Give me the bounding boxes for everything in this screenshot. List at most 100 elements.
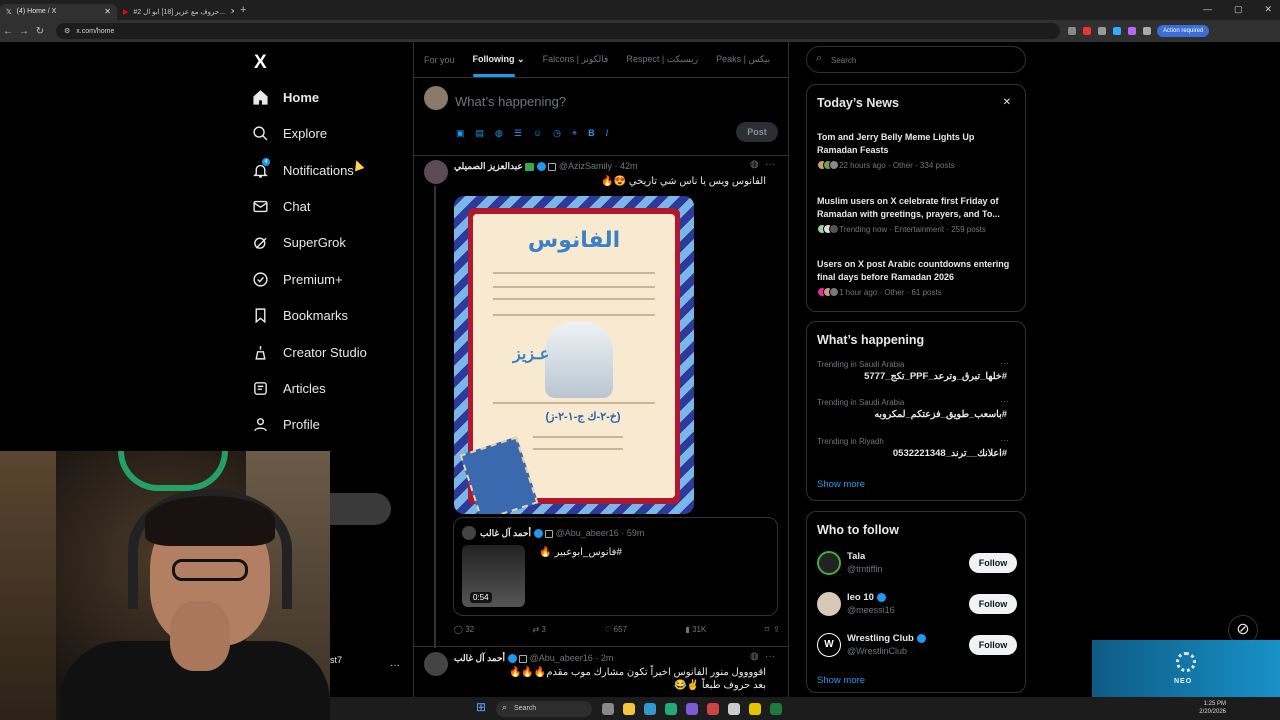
follow-button[interactable]: Follow — [969, 553, 1017, 573]
account-switcher[interactable]: st7 — [330, 655, 342, 665]
taskbar-search[interactable]: Search — [496, 700, 592, 717]
video-thumbnail[interactable]: 0:54 — [462, 545, 525, 607]
show-more-link[interactable]: Show more — [817, 675, 865, 686]
app-icon[interactable] — [728, 702, 740, 715]
tab-respect[interactable]: Respect | ريسبكت — [626, 54, 698, 65]
gif-icon[interactable]: ▤ — [476, 128, 485, 139]
sidebar-item-chat[interactable]: Chat — [252, 198, 310, 215]
like-button[interactable]: ♡ 657 — [604, 625, 627, 634]
tab-following[interactable]: Following ⌄ — [472, 54, 525, 77]
close-tab-icon[interactable]: ✕ — [104, 7, 111, 16]
back-icon[interactable]: ← — [0, 26, 16, 37]
close-tab-icon[interactable]: ✕ — [230, 7, 234, 16]
grok-explain-icon[interactable]: ◍ — [750, 651, 759, 662]
tweet-author[interactable]: أحمد آل غالب @Abu_abeer16 · 2m — [454, 653, 613, 664]
extension-icon[interactable] — [1128, 27, 1136, 35]
follow-button[interactable]: Follow — [969, 635, 1017, 655]
extension-icon[interactable] — [1113, 27, 1121, 35]
extension-icon[interactable] — [1083, 27, 1091, 35]
user-avatar[interactable] — [424, 86, 448, 110]
post-button[interactable]: Post — [736, 122, 778, 142]
more-icon[interactable]: ··· — [765, 159, 775, 170]
tweet-time[interactable]: 2m — [601, 653, 614, 663]
more-icon[interactable]: ··· — [1000, 396, 1009, 406]
windows-start-icon[interactable]: ⊞ — [476, 700, 486, 714]
app-icon[interactable] — [707, 702, 719, 715]
search-input[interactable]: Search — [806, 46, 1026, 73]
trend-item[interactable]: Trending in Saudi Arabia #خلها_تبرق_وترع… — [817, 358, 1017, 382]
more-icon[interactable]: ··· — [1000, 358, 1009, 368]
discord-icon[interactable] — [686, 702, 698, 715]
image-icon[interactable]: ▣ — [456, 128, 465, 139]
grok-explain-icon[interactable]: ◍ — [750, 159, 759, 170]
sidebar-item-bookmarks[interactable]: Bookmarks — [252, 307, 348, 324]
app-icon[interactable] — [770, 702, 782, 715]
italic-icon[interactable]: I — [606, 128, 609, 139]
app-icon[interactable] — [749, 702, 761, 715]
news-item[interactable]: Muslim users on X celebrate first Friday… — [817, 195, 1017, 234]
sidebar-item-articles[interactable]: Articles — [252, 380, 326, 397]
taskview-icon[interactable] — [602, 702, 614, 715]
trend-item[interactable]: Trending in Riyadh #اعلانك__ترند_0532221… — [817, 435, 1017, 459]
maximize-icon[interactable]: ▢ — [1234, 4, 1243, 15]
new-tab-button[interactable]: + — [240, 4, 246, 16]
grok-icon[interactable]: ◍ — [495, 128, 503, 139]
tweet-author[interactable]: عبدالعزيز الصميلي @AzizSamily · 42m — [454, 161, 638, 172]
site-info-icon[interactable]: ⚙ — [64, 27, 70, 35]
system-clock[interactable]: 1:25 PM 2/20/2026 — [1199, 700, 1226, 716]
tweet-time[interactable]: 42m — [620, 161, 638, 171]
bookmark-button[interactable]: ⌑ ⇪ — [765, 625, 780, 634]
sidebar-item-supergrok[interactable]: SuperGrok — [252, 234, 346, 251]
tab-peaks[interactable]: Peaks | بيكس — [716, 54, 770, 65]
sidebar-item-premium[interactable]: Premium+ — [252, 271, 343, 288]
show-more-link[interactable]: Show more — [817, 479, 865, 490]
more-icon[interactable]: ··· — [765, 651, 775, 662]
reply-button[interactable]: ◯ 32 — [454, 625, 474, 634]
extension-icon[interactable] — [1098, 27, 1106, 35]
minimize-icon[interactable]: — — [1203, 4, 1212, 15]
sidebar-item-notifications[interactable]: 4 Notifications — [252, 158, 354, 179]
close-window-icon[interactable]: ✕ — [1264, 4, 1272, 15]
location-icon[interactable]: ⌖ — [572, 128, 577, 139]
zoom-icon[interactable] — [1068, 27, 1076, 35]
action-required-button[interactable]: Action required — [1157, 25, 1210, 37]
sidebar-post-button[interactable] — [330, 493, 391, 525]
more-icon[interactable]: ··· — [1000, 435, 1009, 445]
file-explorer-icon[interactable] — [623, 702, 635, 715]
compose-input[interactable]: What’s happening? — [455, 94, 566, 109]
puzzle-icon[interactable] — [1143, 27, 1151, 35]
sidebar-item-label: Explore — [283, 126, 328, 141]
store-icon[interactable] — [665, 702, 677, 715]
repost-button[interactable]: ⇄ 3 — [532, 625, 545, 634]
news-item[interactable]: Tom and Jerry Belly Meme Lights Up Ramad… — [817, 131, 1017, 170]
chrome-icon[interactable] — [644, 702, 656, 715]
tab-falcons[interactable]: Falcons | فالكونز — [543, 54, 609, 65]
x-logo-icon[interactable]: X — [254, 52, 267, 74]
schedule-icon[interactable]: ◷ — [553, 128, 561, 139]
address-bar[interactable]: ⚙ x.com/home — [56, 23, 1060, 39]
sidebar-item-home[interactable]: Home — [252, 89, 319, 106]
share-icon[interactable]: ⇪ — [773, 625, 780, 634]
tab-for-you[interactable]: For you — [424, 55, 455, 65]
reload-icon[interactable]: ↻ — [32, 26, 48, 37]
tweet-image[interactable]: الفانوس عـزيز (خ-٢-ك ج-١-٢-ز) — [454, 196, 694, 514]
news-item[interactable]: Users on X post Arabic countdowns enteri… — [817, 258, 1017, 297]
poll-icon[interactable]: ☰ — [514, 128, 522, 139]
sidebar-item-creator-studio[interactable]: Creator Studio — [252, 344, 367, 361]
follow-suggestion[interactable]: leo 10 @meessi16 Follow — [817, 588, 1017, 624]
sidebar-item-explore[interactable]: Explore — [252, 125, 327, 142]
bold-icon[interactable]: B — [588, 128, 595, 139]
account-more-icon[interactable]: ··· — [390, 660, 400, 671]
sidebar-item-profile[interactable]: Profile — [252, 416, 320, 433]
follow-suggestion[interactable]: Tala @tmtiffin Follow — [817, 547, 1017, 583]
follow-button[interactable]: Follow — [969, 594, 1017, 614]
quoted-tweet[interactable]: أحمد آل غالب @Abu_abeer16 · 59m #فانوس_ا… — [453, 517, 778, 616]
browser-tab-x-home[interactable]: 𝕏 (4) Home / X ✕ — [0, 3, 117, 20]
follow-suggestion[interactable]: W Wrestling Club @WrestlinClub Follow — [817, 629, 1017, 665]
close-icon[interactable]: ✕ — [1003, 97, 1011, 108]
trend-item[interactable]: Trending in Saudi Arabia #باسعب_طويق_فزع… — [817, 396, 1017, 420]
views-button[interactable]: ▮ 31K — [685, 625, 706, 634]
emoji-icon[interactable]: ☺ — [533, 128, 542, 139]
browser-tab-youtube[interactable]: ▶ #2 حروف مع عزيز [18] ابو ال... ✕ — [117, 4, 234, 20]
forward-icon[interactable]: → — [16, 26, 32, 37]
